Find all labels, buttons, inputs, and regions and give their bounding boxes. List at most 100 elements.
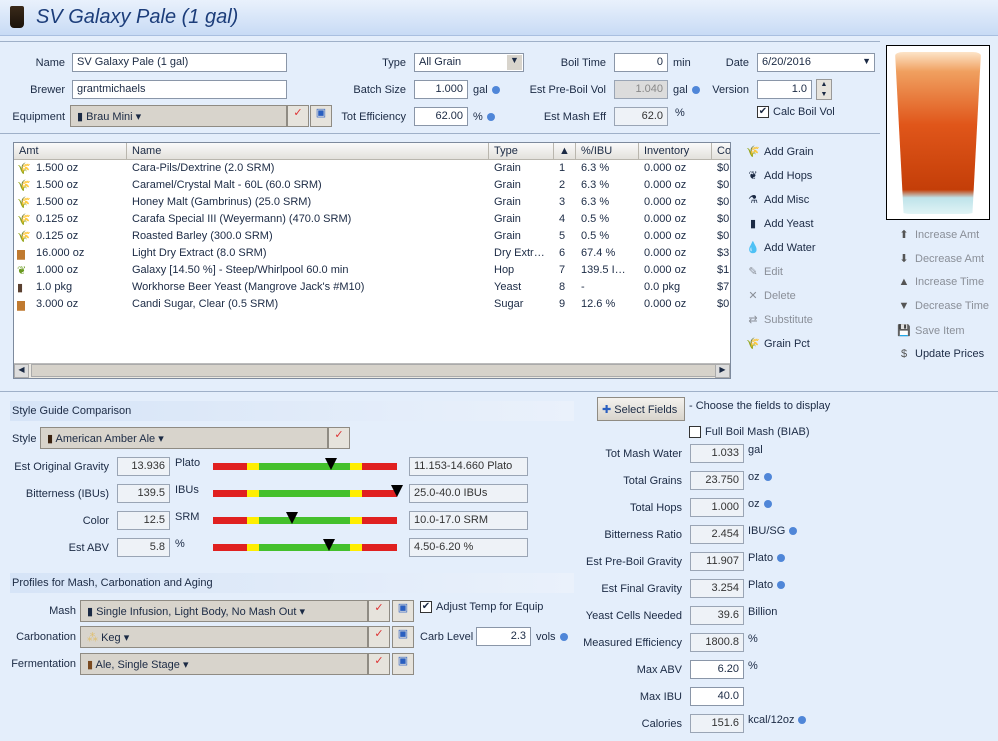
save-equipment-button[interactable]: ▣ <box>310 105 332 127</box>
cell-cost: $0. <box>717 213 731 225</box>
table-row[interactable]: 🌾 1.500 oz Honey Malt (Gambrinus) (25.0 SR… <box>14 195 730 212</box>
fermentation-dropdown[interactable]: ▮ Ale, Single Stage ▾ <box>80 653 368 675</box>
action-add-yeast[interactable]: ▮ Add Yeast <box>745 217 814 237</box>
save-mash-button[interactable]: ▣ <box>392 600 414 622</box>
mash-dropdown[interactable]: ▮ Single Infusion, Light Body, No Mash O… <box>80 600 368 622</box>
action-add-grain[interactable]: 🌾 Add Grain <box>745 145 813 165</box>
max-abv-field[interactable]: 6.20 <box>690 660 744 679</box>
cell-type: Sugar <box>494 298 524 310</box>
table-row[interactable]: ▆ 16.000 oz Light Dry Extract (8.0 SRM) Dry… <box>14 246 731 263</box>
grain-icon: 🌾 <box>746 146 760 158</box>
edit-icon: ✎ <box>748 266 758 278</box>
action-edit[interactable]: ✎ Edit <box>745 265 783 285</box>
column-header-type[interactable]: Type <box>489 143 554 160</box>
table-row[interactable]: ❦ 1.000 oz Galaxy [14.50 %] - Steep/Whirlp… <box>14 263 730 280</box>
table-row[interactable]: 🌾 0.125 oz Carafa Special III (Weyermann) … <box>14 212 731 229</box>
action-label: Decrease Time <box>915 300 989 312</box>
column-header-n[interactable]: ▲ <box>554 143 576 160</box>
carbonation-dropdown[interactable]: ⁂ Keg ▾ <box>80 626 368 648</box>
cell-amt: 3.000 oz <box>36 298 79 310</box>
cell-inv: 0.000 oz <box>644 247 687 259</box>
edit-style-button[interactable]: ✓ <box>328 427 350 449</box>
action-decrease-time[interactable]: ▼ Decrease Time <box>896 300 989 320</box>
version-field[interactable]: 1.0 <box>757 80 812 99</box>
cell-name: Carafa Special III (Weyermann) (470.0 SR… <box>132 213 352 225</box>
checkbox-checked-icon: ✔ <box>757 106 769 119</box>
grain-icon: 🌾 <box>17 231 31 243</box>
puzzle-icon: ✚ <box>602 404 615 416</box>
type-select[interactable]: All Grain ▼ <box>414 53 524 72</box>
column-header-inv[interactable]: Inventory <box>639 143 712 160</box>
efficiency-field[interactable]: 62.00 <box>414 107 468 126</box>
bubbles-icon: ⁂ <box>87 632 102 644</box>
column-header-cost[interactable]: Cost <box>712 143 730 160</box>
misc-icon: ⚗ <box>748 194 758 206</box>
cell-amt: 1.500 oz <box>36 196 79 208</box>
edit-carbonation-button[interactable]: ✓ <box>368 626 390 648</box>
horizontal-scrollbar[interactable]: ◀ ▶ <box>14 363 730 378</box>
cell-name: Light Dry Extract (8.0 SRM) <box>132 247 267 259</box>
column-header-pct[interactable]: %/IBU <box>576 143 639 160</box>
grain-icon: 🌾 <box>17 180 31 192</box>
edit-equipment-button[interactable]: ✓ <box>287 105 309 127</box>
hop-icon: ❦ <box>748 170 758 182</box>
column-header-amt[interactable]: Amt <box>14 143 127 160</box>
total-grains-field: 23.750 <box>690 471 744 490</box>
bitterness-ratio-field: 2.454 <box>690 525 744 544</box>
action-delete[interactable]: ✕ Delete <box>745 289 795 309</box>
table-row[interactable]: ▆ 3.000 oz Candi Sugar, Clear (0.5 SRM) Sug… <box>14 297 730 314</box>
edit-mash-button[interactable]: ✓ <box>368 600 390 622</box>
save-carbonation-button[interactable]: ▣ <box>392 626 414 648</box>
table-row[interactable]: 🌾 0.125 oz Roasted Barley (300.0 SRM) Grain… <box>14 229 730 246</box>
batch-size-field[interactable]: 1.000 <box>414 80 468 99</box>
arrow-down-icon: ⬇ <box>899 253 909 265</box>
biab-checkbox[interactable]: Full Boil Mash (BIAB) <box>689 426 810 439</box>
gauge-label: Est ABV <box>68 542 109 554</box>
calc-boil-checkbox[interactable]: ✔ Calc Boil Vol <box>757 106 835 119</box>
table-row[interactable]: ▮ 1.0 pkg Workhorse Beer Yeast (Mangrove J… <box>14 280 730 297</box>
window-title: SV Galaxy Pale (1 gal) <box>36 6 239 28</box>
gauge-value: 5.8 <box>117 538 170 557</box>
cell-type: Grain <box>494 230 521 242</box>
equipment-label: Equipment <box>12 111 65 123</box>
table-row[interactable]: 🌾 1.500 oz Cara-Pils/Dextrine (2.0 SRM) Gra… <box>14 161 730 178</box>
column-header-name[interactable]: Name <box>127 143 489 160</box>
brewer-field[interactable]: grantmichaels <box>72 80 287 99</box>
cell-cost: $3. <box>717 247 731 259</box>
action-increase-amt[interactable]: ⬆ Increase Amt <box>896 228 979 248</box>
carb-level-field[interactable]: 2.3 <box>476 627 531 646</box>
select-fields-button[interactable]: ✚ Select Fields <box>597 397 685 421</box>
edit-fermentation-button[interactable]: ✓ <box>368 653 390 675</box>
boil-time-field[interactable]: 0 <box>614 53 668 72</box>
max-ibu-field[interactable]: 40.0 <box>690 687 744 706</box>
cell-n: 8 <box>559 281 566 293</box>
action-add-hops[interactable]: ❦ Add Hops <box>745 169 812 189</box>
action-add-misc[interactable]: ⚗ Add Misc <box>745 193 809 213</box>
style-dropdown[interactable]: ▮ American Amber Ale ▾ <box>40 427 328 449</box>
yeast-cells-needed-label: Yeast Cells Needed <box>585 610 682 622</box>
save-fermentation-button[interactable]: ▣ <box>392 653 414 675</box>
ingredients-table[interactable]: AmtNameType▲%/IBUInventoryCost 🌾 1.500 oz C… <box>13 142 731 379</box>
total-grains-label: Total Grains <box>623 475 682 487</box>
cell-inv: 0.000 oz <box>644 213 687 225</box>
date-picker[interactable]: 6/20/2016 ▼ <box>757 53 875 72</box>
max-abv-unit: % <box>748 660 758 672</box>
action-substitute[interactable]: ⇄ Substitute <box>745 313 813 333</box>
version-spinner[interactable]: ▲ ▼ <box>816 79 832 100</box>
cell-type: Grain <box>494 162 521 174</box>
table-row[interactable]: 🌾 1.500 oz Caramel/Crystal Malt - 60L (60.… <box>14 178 730 195</box>
equipment-dropdown[interactable]: ▮ Brau Mini ▾ <box>70 105 287 127</box>
action-decrease-amt[interactable]: ⬇ Decrease Amt <box>896 252 984 272</box>
style-range-gauge <box>213 485 403 497</box>
action-add-water[interactable]: 💧 Add Water <box>745 241 815 261</box>
action-update-prices[interactable]: $ Update Prices <box>896 348 984 368</box>
name-field[interactable]: SV Galaxy Pale (1 gal) <box>72 53 287 72</box>
cell-amt: 1.500 oz <box>36 179 79 191</box>
action-save-item[interactable]: 💾 Save Item <box>896 324 965 344</box>
action-label: Save Item <box>915 325 965 337</box>
mash-value: Single Infusion, Light Body, No Mash Out <box>96 606 297 618</box>
action-grain-pct[interactable]: 🌾 Grain Pct <box>745 337 810 357</box>
adjust-temp-checkbox[interactable]: ✔ Adjust Temp for Equip <box>420 601 543 614</box>
carb-level-label: Carb Level <box>420 631 474 643</box>
action-increase-time[interactable]: ▲ Increase Time <box>896 276 985 296</box>
